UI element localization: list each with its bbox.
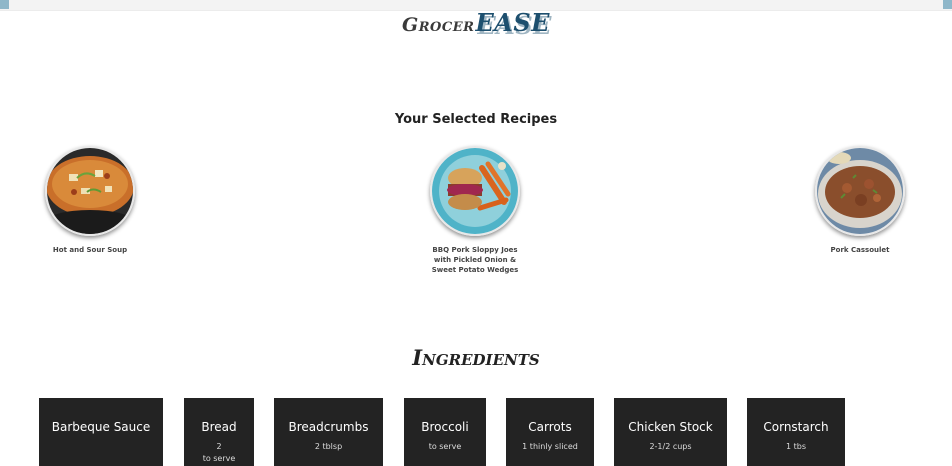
recipe-name: Hot and Sour Soup bbox=[52, 246, 128, 254]
recipe-image[interactable] bbox=[430, 146, 520, 236]
recipe-image[interactable] bbox=[815, 146, 905, 236]
ingredient-quantity: 1 thinly sliced bbox=[522, 442, 578, 451]
recipes-section-title: Your Selected Recipes bbox=[394, 112, 558, 127]
ingredient-name: Breadcrumbs bbox=[288, 420, 369, 434]
ingredient-card[interactable]: Barbeque Sauce bbox=[39, 398, 163, 466]
ingredient-quantity: 2-1/2 cups bbox=[649, 442, 692, 451]
logo-text-ease: EASE bbox=[475, 8, 550, 37]
ingredient-name: Bread bbox=[201, 420, 237, 434]
ingredient-card[interactable]: Chicken Stock 2-1/2 cups bbox=[614, 398, 727, 466]
ingredient-card[interactable]: Cornstarch 1 tbs bbox=[747, 398, 845, 466]
recipe-card[interactable]: Hot and Sour Soup bbox=[30, 146, 150, 255]
recipe-name: BBQ Pork Sloppy Joes with Pickled Onion … bbox=[431, 246, 519, 274]
recipe-card[interactable]: Pork Cassoulet bbox=[800, 146, 920, 255]
ingredient-quantity: 2 tblsp bbox=[314, 442, 343, 451]
ingredient-quantity-note: to serve bbox=[202, 454, 236, 463]
ingredient-card[interactable]: Carrots 1 thinly sliced bbox=[506, 398, 594, 466]
logo-text-grocer: Grocer bbox=[402, 14, 475, 36]
ingredient-card[interactable]: Broccoli to serve bbox=[404, 398, 486, 466]
recipe-card[interactable]: BBQ Pork Sloppy Joes with Pickled Onion … bbox=[415, 146, 535, 275]
ingredient-name: Chicken Stock bbox=[628, 420, 713, 434]
ingredient-name: Barbeque Sauce bbox=[51, 420, 151, 434]
ingredient-quantity: to serve bbox=[428, 442, 462, 451]
ingredient-quantity: 1 tbs bbox=[785, 442, 806, 451]
ingredient-name: Cornstarch bbox=[763, 420, 829, 434]
ingredient-card[interactable]: Breadcrumbs 2 tblsp bbox=[274, 398, 383, 466]
ingredient-name: Broccoli bbox=[421, 420, 469, 434]
recipe-image[interactable] bbox=[45, 146, 135, 236]
ingredients-section-title: Ingredients bbox=[412, 345, 540, 370]
recipe-name: Pork Cassoulet bbox=[830, 246, 890, 254]
ingredient-name: Carrots bbox=[528, 420, 572, 434]
ingredient-card[interactable]: Bread 2 to serve bbox=[184, 398, 254, 466]
brand-logo[interactable]: GrocerEASE bbox=[0, 8, 952, 40]
ingredient-quantity: 2 bbox=[216, 442, 222, 451]
